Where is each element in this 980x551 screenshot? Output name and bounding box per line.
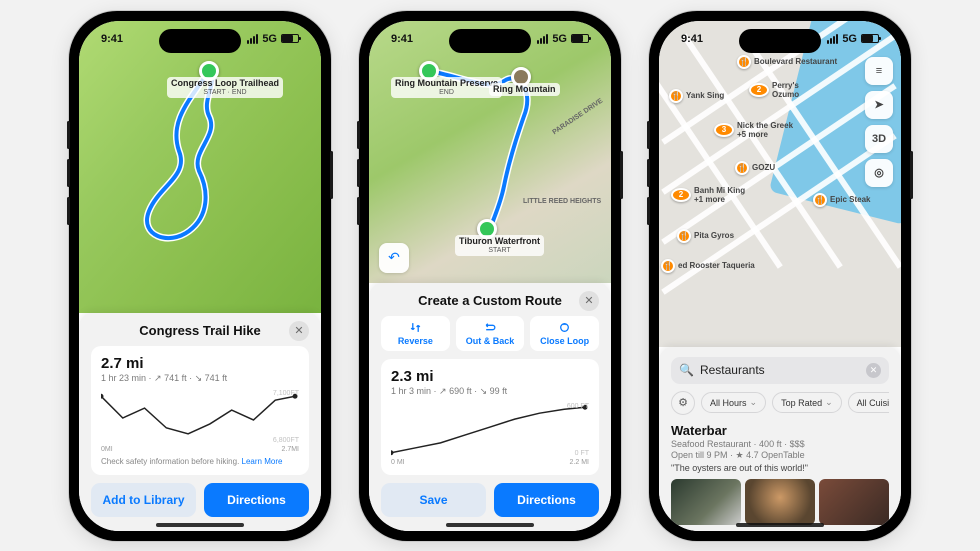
poi-banh-mi-king[interactable]: 2Banh Mi King+1 more (671, 186, 745, 204)
result-quote: "The oysters are out of this world!" (671, 463, 889, 473)
home-indicator[interactable] (446, 523, 534, 527)
poi-perrys-ozumo[interactable]: 2Perry'sOzumo (749, 81, 799, 99)
map-canvas[interactable]: ≡ ➤ 3D ◎ 🍴Boulevard Restaurant 2Perry'sO… (659, 21, 901, 347)
map-label-start[interactable]: Ring Mountain PreserveEND (391, 77, 502, 99)
stat-distance: 2.3 mi (391, 368, 589, 385)
battery-icon (571, 34, 589, 43)
filter-options-button[interactable]: ⚙ (671, 391, 695, 415)
close-button[interactable]: ✕ (579, 291, 599, 311)
reverse-button[interactable]: Reverse (381, 316, 450, 351)
result-title: Waterbar (671, 423, 889, 438)
stat-distance: 2.7 mi (101, 355, 299, 372)
close-loop-button[interactable]: Close Loop (530, 316, 599, 351)
layers-button[interactable]: ≡ (865, 57, 893, 85)
elevation-chart: 7,100FT 6,800FT (101, 390, 299, 444)
thumbnail-row (671, 479, 889, 525)
result-line2: Open till 9 PM · ★ 4.7 OpenTable (671, 450, 889, 461)
search-icon: 🔍 (679, 363, 694, 377)
out-and-back-button[interactable]: Out & Back (456, 316, 525, 351)
dynamic-island (449, 29, 531, 53)
stat-meta: 1 hr 23 min · 741 ft · 741 ft (101, 373, 299, 384)
filter-hours[interactable]: All Hours (701, 392, 766, 413)
phone-frame-2: 9:41 5G Ring Mountain PreserveEND Ring M… (359, 11, 621, 541)
dynamic-island (739, 29, 821, 53)
map-label-end[interactable]: Tiburon WaterfrontSTART (455, 235, 544, 257)
clear-search-button[interactable]: ✕ (866, 363, 881, 378)
phone-frame-3: 9:41 5G ≡ ➤ 3D ◎ 🍴Boulevard Restaurant 2… (649, 11, 911, 541)
stats-card: 2.3 mi 1 hr 3 min · 690 ft · 99 ft 600 F… (381, 359, 599, 475)
poi-yank-sing[interactable]: 🍴Yank Sing (669, 89, 724, 103)
result-card[interactable]: Waterbar Seafood Restaurant · 400 ft · $… (671, 423, 889, 525)
network-type: 5G (262, 33, 277, 45)
poi-boulevard[interactable]: 🍴Boulevard Restaurant (737, 55, 837, 69)
search-sheet: 🔍 ✕ ⚙ All Hours Top Rated All Cuisines W… (659, 347, 901, 531)
search-bar[interactable]: 🔍 ✕ (671, 357, 889, 384)
map-canvas[interactable]: Congress Loop Trailhead START · END (79, 21, 321, 313)
safety-note: Check safety information before hiking. … (101, 457, 299, 466)
dynamic-island (159, 29, 241, 53)
compass-button[interactable]: ◎ (865, 159, 893, 187)
poi-epic-steak[interactable]: 🍴Epic Steak (813, 193, 870, 207)
info-sheet: Create a Custom Route ✕ Reverse Out & Ba… (369, 283, 611, 531)
locate-button[interactable]: ➤ (865, 91, 893, 119)
poi-nick-the-greek[interactable]: 3Nick the Greek+5 more (714, 121, 793, 139)
phone-frame-1: 9:41 5G Congress Loop Trailhead START · … (69, 11, 331, 541)
filter-top-rated[interactable]: Top Rated (772, 392, 842, 413)
poi-taqueria[interactable]: 🍴ed Rooster Taqueria (661, 259, 755, 273)
save-button[interactable]: Save (381, 483, 486, 517)
network-type: 5G (842, 33, 857, 45)
undo-button[interactable]: ↶ (379, 243, 409, 273)
result-line1: Seafood Restaurant · 400 ft · $$$ (671, 439, 889, 449)
close-button[interactable]: ✕ (289, 321, 309, 341)
map-canvas[interactable]: Ring Mountain PreserveEND Ring Mountain … (369, 21, 611, 283)
view-3d-button[interactable]: 3D (865, 125, 893, 153)
map-label-trailhead[interactable]: Congress Loop Trailhead START · END (167, 77, 283, 99)
signal-icon (537, 34, 548, 44)
directions-button[interactable]: Directions (494, 483, 599, 517)
home-indicator[interactable] (156, 523, 244, 527)
info-sheet: Congress Trail Hike ✕ 2.7 mi 1 hr 23 min… (79, 313, 321, 531)
thumbnail-3[interactable] (819, 479, 889, 525)
poi-gozu[interactable]: 🍴GOZU (735, 161, 775, 175)
home-indicator[interactable] (736, 523, 824, 527)
signal-icon (247, 34, 258, 44)
signal-icon (827, 34, 838, 44)
thumbnail-2[interactable] (745, 479, 815, 525)
elevation-chart: 600 FT 0 FT (391, 403, 589, 457)
directions-button[interactable]: Directions (204, 483, 309, 517)
map-road-2: LITTLE REED HEIGHTS (519, 196, 605, 207)
battery-icon (861, 34, 879, 43)
battery-icon (281, 34, 299, 43)
poi-pita-gyros[interactable]: 🍴Pita Gyros (677, 229, 734, 243)
stat-meta: 1 hr 3 min · 690 ft · 99 ft (391, 386, 589, 397)
sheet-title: Congress Trail Hike (139, 323, 260, 338)
sheet-title: Create a Custom Route (418, 293, 562, 308)
map-label-peak[interactable]: Ring Mountain (489, 83, 560, 96)
thumbnail-1[interactable] (671, 479, 741, 525)
add-to-library-button[interactable]: Add to Library (91, 483, 196, 517)
filter-cuisines[interactable]: All Cuisines (848, 392, 889, 413)
status-time: 9:41 (681, 33, 703, 45)
status-time: 9:41 (101, 33, 123, 45)
status-time: 9:41 (391, 33, 413, 45)
learn-more-link[interactable]: Learn More (242, 457, 283, 466)
stats-card: 2.7 mi 1 hr 23 min · 741 ft · 741 ft 7,1… (91, 346, 309, 475)
network-type: 5G (552, 33, 567, 45)
search-input[interactable] (700, 363, 860, 377)
